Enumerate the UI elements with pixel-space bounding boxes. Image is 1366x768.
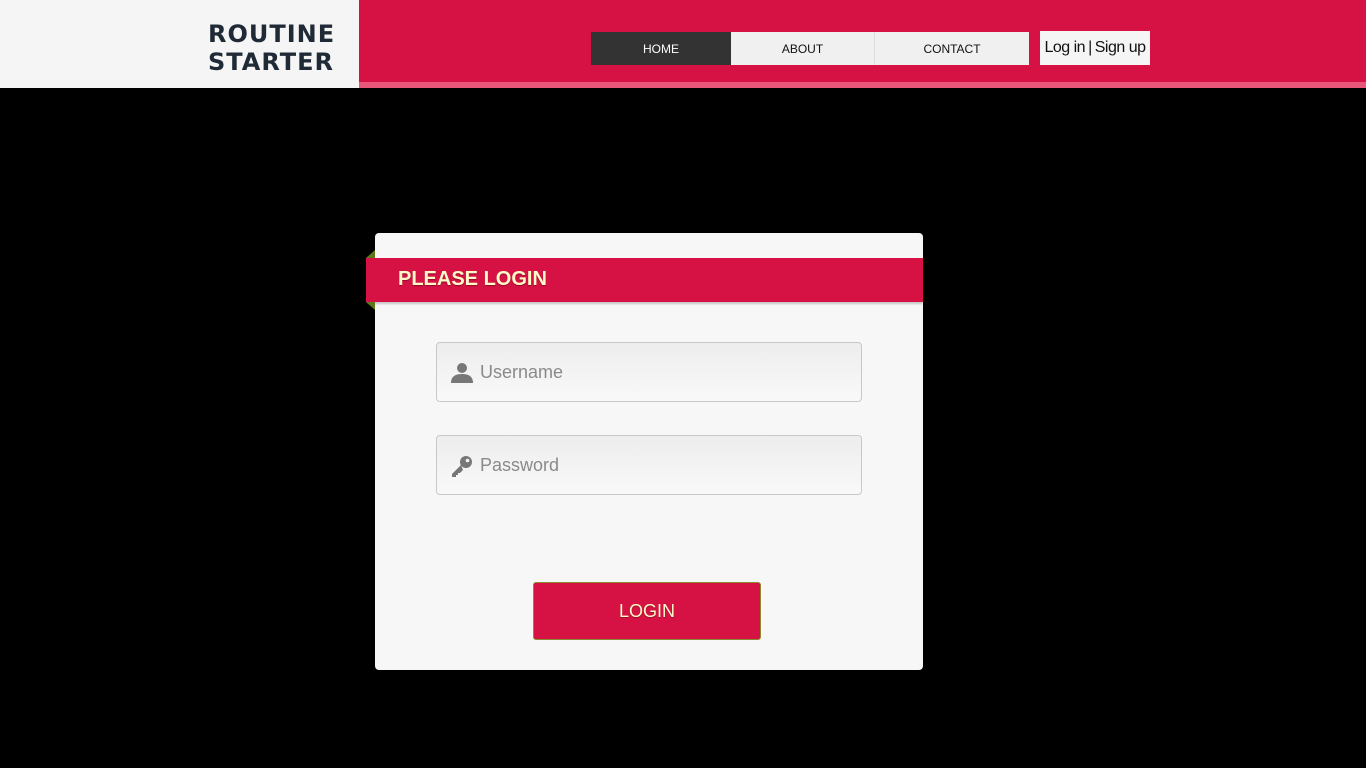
ribbon-fold-bottom [366,302,375,310]
nav-item-about[interactable]: ABOUT [731,32,875,65]
nav-item-contact[interactable]: CONTACT [875,32,1029,65]
login-button[interactable]: LOGIN [533,582,761,640]
username-field-box [436,342,862,402]
login-title: PLEASE LOGIN [398,268,547,290]
header-underline [359,82,1366,88]
logo[interactable]: ROUTINE STARTER [208,20,335,76]
password-input[interactable] [480,436,850,494]
ribbon-fold-top [366,250,375,258]
username-input[interactable] [480,343,850,401]
nav-item-home[interactable]: HOME [591,32,731,65]
key-icon [452,456,472,477]
login-link[interactable]: Log in [1044,39,1085,57]
logo-line-2: STARTER [208,48,335,76]
auth-separator: | [1088,39,1092,56]
header: ROUTINE STARTER HOME ABOUT CONTACT Log i… [0,0,1366,88]
auth-links: Log in | Sign up [1040,31,1150,65]
page: ROUTINE STARTER HOME ABOUT CONTACT Log i… [0,0,1366,768]
signup-link[interactable]: Sign up [1095,39,1146,57]
user-icon [451,363,473,383]
main-nav: HOME ABOUT CONTACT [591,32,1029,65]
logo-line-1: ROUTINE [208,20,336,48]
password-field-box [436,435,862,495]
